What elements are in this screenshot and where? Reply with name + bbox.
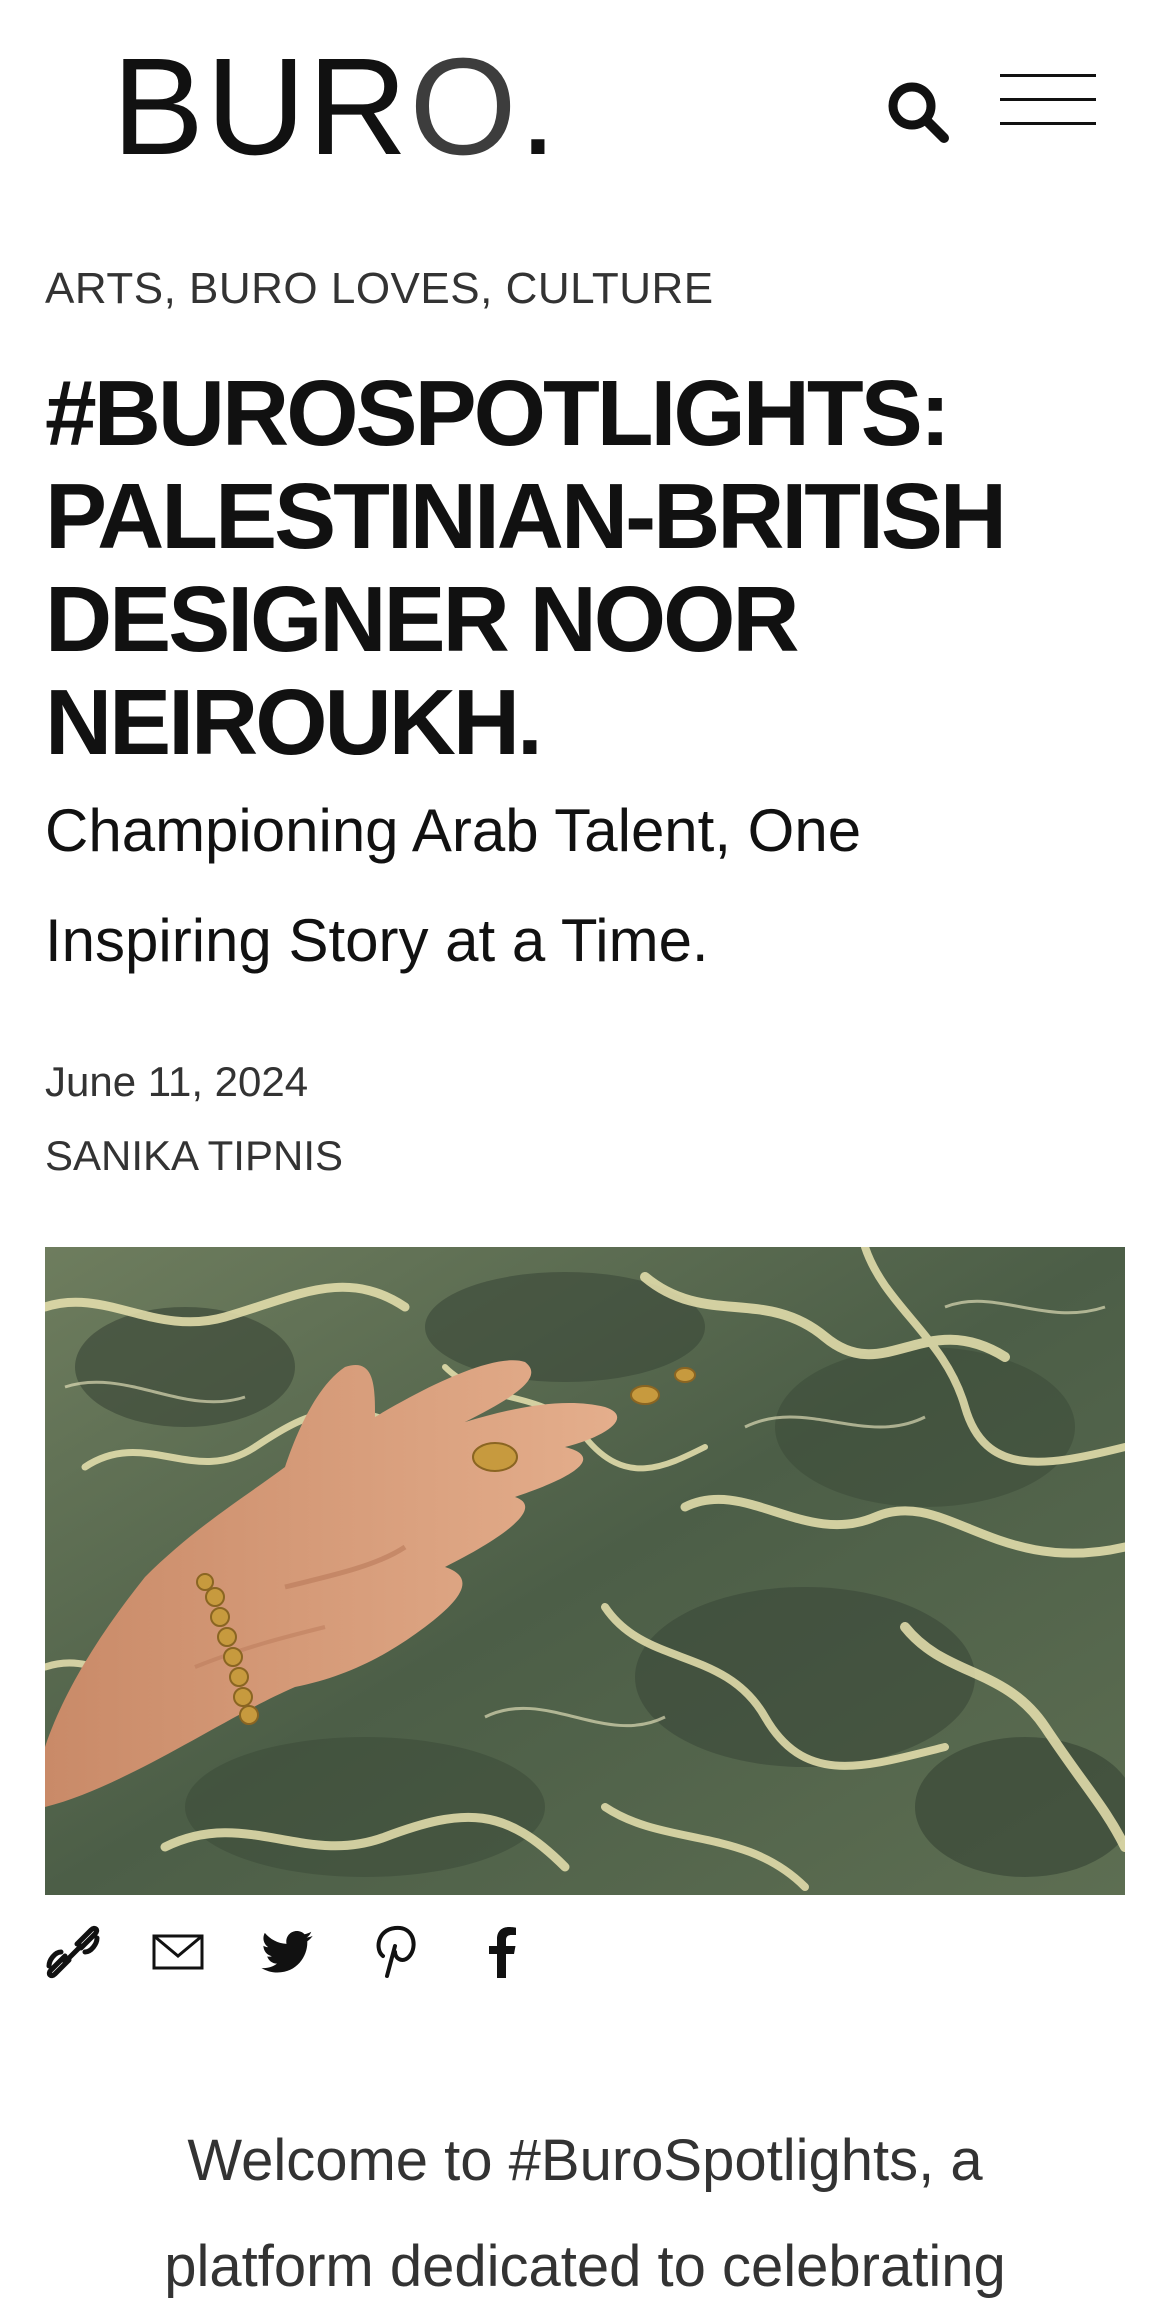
hamburger-menu-icon-bar bbox=[1000, 98, 1096, 101]
hamburger-menu-icon bbox=[1000, 74, 1096, 77]
buro-logo[interactable]: BURO. bbox=[112, 38, 559, 176]
copy-link-button[interactable] bbox=[45, 1922, 101, 1982]
category-link-culture[interactable]: CULTURE bbox=[506, 264, 714, 313]
subtitle-line: Inspiring Story at a Time. bbox=[45, 907, 709, 974]
menu-button[interactable] bbox=[1000, 70, 1100, 132]
category-separator: , bbox=[480, 264, 506, 313]
logo-text-main: BUR bbox=[112, 30, 410, 184]
email-icon bbox=[152, 1934, 204, 1970]
twitter-icon bbox=[261, 1931, 313, 1973]
pinterest-icon bbox=[376, 1925, 416, 1978]
title-line: NEIROUKH. bbox=[45, 670, 543, 774]
email-share-button[interactable] bbox=[151, 1922, 207, 1982]
article-categories: ARTS, BURO LOVES, CULTURE bbox=[45, 264, 714, 314]
site-header: BURO. bbox=[0, 0, 1170, 200]
hand-in-water-illustration bbox=[45, 1247, 1125, 1895]
hamburger-menu-icon-bar bbox=[1000, 122, 1096, 125]
category-separator: , bbox=[163, 264, 190, 313]
facebook-icon bbox=[489, 1927, 516, 1978]
intro-line: Welcome to #BuroSpotlights, a bbox=[187, 2128, 983, 2193]
category-link-buro-loves[interactable]: BURO LOVES bbox=[189, 264, 480, 313]
twitter-share-button[interactable] bbox=[259, 1922, 315, 1982]
hero-image bbox=[45, 1247, 1125, 1895]
title-line: #BUROSPOTLIGHTS: bbox=[45, 361, 951, 465]
logo-text-dot: . bbox=[518, 30, 560, 184]
search-icon bbox=[888, 82, 949, 143]
article-subtitle: Championing Arab Talent, One Inspiring S… bbox=[45, 776, 1105, 996]
category-link-arts[interactable]: ARTS bbox=[45, 264, 164, 313]
publish-date: June 11, 2024 bbox=[45, 1058, 309, 1105]
facebook-share-button[interactable] bbox=[475, 1922, 531, 1982]
title-line: DESIGNER NOOR bbox=[45, 567, 800, 671]
article-title: #BUROSPOTLIGHTS: PALESTINIAN-BRITISH DES… bbox=[45, 362, 1145, 774]
article-intro: Welcome to #BuroSpotlights, a platform d… bbox=[100, 2108, 1070, 2320]
author-link[interactable]: SANIKA TIPNIS bbox=[45, 1132, 343, 1180]
logo-text-o: O bbox=[409, 30, 519, 184]
subtitle-line: Championing Arab Talent, One bbox=[45, 797, 862, 864]
search-button[interactable] bbox=[884, 78, 950, 144]
link-icon bbox=[46, 1925, 100, 1979]
intro-line: platform dedicated to celebrating bbox=[164, 2234, 1006, 2299]
title-line: PALESTINIAN-BRITISH bbox=[45, 464, 1007, 568]
pinterest-share-button[interactable] bbox=[367, 1922, 423, 1982]
